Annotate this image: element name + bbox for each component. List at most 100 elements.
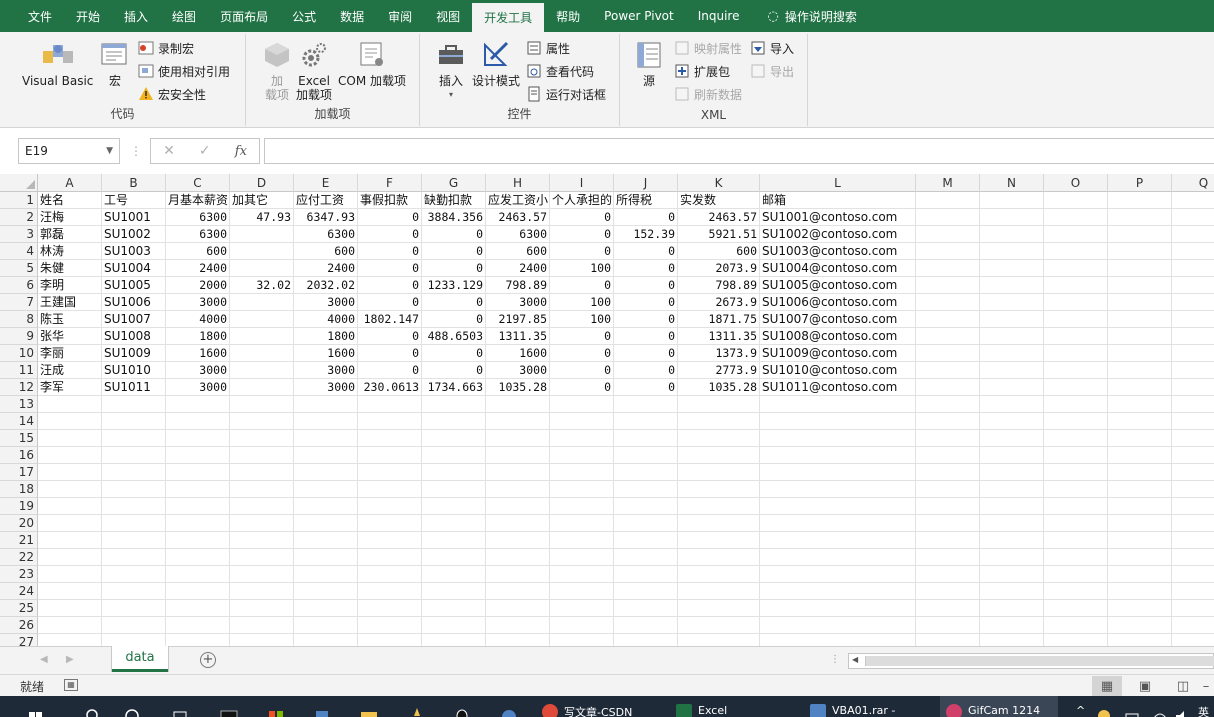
cell[interactable] xyxy=(550,566,614,583)
table-cell[interactable]: 488.6503 xyxy=(422,328,486,345)
cell[interactable] xyxy=(1108,566,1172,583)
cancel-icon[interactable]: ✕ xyxy=(163,143,175,159)
tray-ime-indicator[interactable]: 英 xyxy=(1198,696,1209,717)
select-all-corner[interactable] xyxy=(0,174,38,192)
cell[interactable] xyxy=(1172,464,1214,481)
table-cell[interactable] xyxy=(230,328,294,345)
cell[interactable] xyxy=(614,583,678,600)
table-cell[interactable]: 0 xyxy=(422,345,486,362)
cell[interactable] xyxy=(486,413,550,430)
cell[interactable] xyxy=(38,583,102,600)
cell[interactable] xyxy=(980,413,1044,430)
table-cell[interactable]: 2773.9 xyxy=(678,362,760,379)
name-box[interactable]: E19 ▼ xyxy=(18,138,120,164)
column-header-P[interactable]: P xyxy=(1108,174,1172,192)
cell[interactable] xyxy=(1044,328,1108,345)
excel-addins-button[interactable]: Excel 加载项 xyxy=(296,40,332,102)
cell[interactable] xyxy=(980,464,1044,481)
cell[interactable] xyxy=(760,515,916,532)
cell[interactable] xyxy=(230,634,294,646)
cell[interactable] xyxy=(1108,226,1172,243)
cell[interactable] xyxy=(422,413,486,430)
table-cell[interactable]: 3884.356 xyxy=(422,209,486,226)
cell[interactable] xyxy=(760,447,916,464)
r-app-icon[interactable] xyxy=(500,696,518,717)
row-header-12[interactable]: 12 xyxy=(0,379,38,396)
cell[interactable] xyxy=(1044,277,1108,294)
prev-sheet-icon[interactable]: ◀ xyxy=(40,654,48,665)
cell[interactable] xyxy=(980,617,1044,634)
cell[interactable] xyxy=(1172,634,1214,646)
table-cell[interactable]: SU1005@contoso.com xyxy=(760,277,916,294)
header-cell[interactable]: 所得税 xyxy=(614,192,678,209)
cell[interactable] xyxy=(486,583,550,600)
table-cell[interactable]: 1734.663 xyxy=(422,379,486,396)
cell[interactable] xyxy=(760,413,916,430)
xml-export-button[interactable]: 导出 xyxy=(750,61,794,81)
cell[interactable] xyxy=(916,549,980,566)
cell[interactable] xyxy=(38,549,102,566)
insert-control-button[interactable]: 插入 ▾ xyxy=(434,40,468,102)
table-cell[interactable]: 798.89 xyxy=(678,277,760,294)
cell[interactable] xyxy=(1172,192,1214,209)
cell[interactable] xyxy=(1172,617,1214,634)
table-cell[interactable]: 1802.147 xyxy=(358,311,422,328)
cell[interactable] xyxy=(486,481,550,498)
ribbon-tab-3[interactable]: 绘图 xyxy=(160,0,208,32)
table-cell[interactable]: 4000 xyxy=(166,311,230,328)
table-cell[interactable]: 600 xyxy=(294,243,358,260)
properties-button[interactable]: 属性 xyxy=(526,38,570,58)
row-header-9[interactable]: 9 xyxy=(0,328,38,345)
table-cell[interactable]: 2463.57 xyxy=(486,209,550,226)
cell[interactable] xyxy=(102,515,166,532)
header-cell[interactable]: 个人承担的 xyxy=(550,192,614,209)
table-cell[interactable]: 3000 xyxy=(166,362,230,379)
table-cell[interactable]: 0 xyxy=(358,243,422,260)
cell[interactable] xyxy=(916,430,980,447)
cell[interactable] xyxy=(486,396,550,413)
table-cell[interactable]: SU1006@contoso.com xyxy=(760,294,916,311)
cell[interactable] xyxy=(916,311,980,328)
cell[interactable] xyxy=(102,617,166,634)
cell[interactable] xyxy=(980,345,1044,362)
cell[interactable] xyxy=(1044,498,1108,515)
cell[interactable] xyxy=(230,430,294,447)
cell[interactable] xyxy=(550,617,614,634)
cell[interactable] xyxy=(678,634,760,646)
cell[interactable] xyxy=(166,566,230,583)
cell[interactable] xyxy=(294,566,358,583)
cell[interactable] xyxy=(38,600,102,617)
cell[interactable] xyxy=(1044,226,1108,243)
table-cell[interactable]: 0 xyxy=(614,362,678,379)
scroll-split-grip[interactable]: ⋮ xyxy=(830,654,840,665)
table-cell[interactable]: 李丽 xyxy=(38,345,102,362)
table-cell[interactable]: 0 xyxy=(550,379,614,396)
cell[interactable] xyxy=(422,549,486,566)
row-header-22[interactable]: 22 xyxy=(0,549,38,566)
row-header-18[interactable]: 18 xyxy=(0,481,38,498)
cell[interactable] xyxy=(166,617,230,634)
ribbon-tab-0[interactable]: 文件 xyxy=(16,0,64,32)
cell[interactable] xyxy=(980,498,1044,515)
cell[interactable] xyxy=(614,481,678,498)
cell[interactable] xyxy=(1044,294,1108,311)
table-cell[interactable] xyxy=(230,260,294,277)
cell[interactable] xyxy=(550,464,614,481)
row-header-1[interactable]: 1 xyxy=(0,192,38,209)
table-cell[interactable]: 0 xyxy=(550,277,614,294)
cell[interactable] xyxy=(166,396,230,413)
cell[interactable] xyxy=(760,600,916,617)
cell[interactable] xyxy=(760,634,916,646)
cell[interactable] xyxy=(760,498,916,515)
table-cell[interactable]: SU1009 xyxy=(102,345,166,362)
cell[interactable] xyxy=(614,566,678,583)
cell[interactable] xyxy=(1172,311,1214,328)
cell[interactable] xyxy=(916,583,980,600)
table-cell[interactable]: 李军 xyxy=(38,379,102,396)
cell[interactable] xyxy=(1108,260,1172,277)
cell[interactable] xyxy=(1108,447,1172,464)
cell[interactable] xyxy=(358,413,422,430)
table-cell[interactable]: 王建国 xyxy=(38,294,102,311)
cell[interactable] xyxy=(1172,345,1214,362)
tray-wifi-icon[interactable] xyxy=(1152,696,1168,717)
